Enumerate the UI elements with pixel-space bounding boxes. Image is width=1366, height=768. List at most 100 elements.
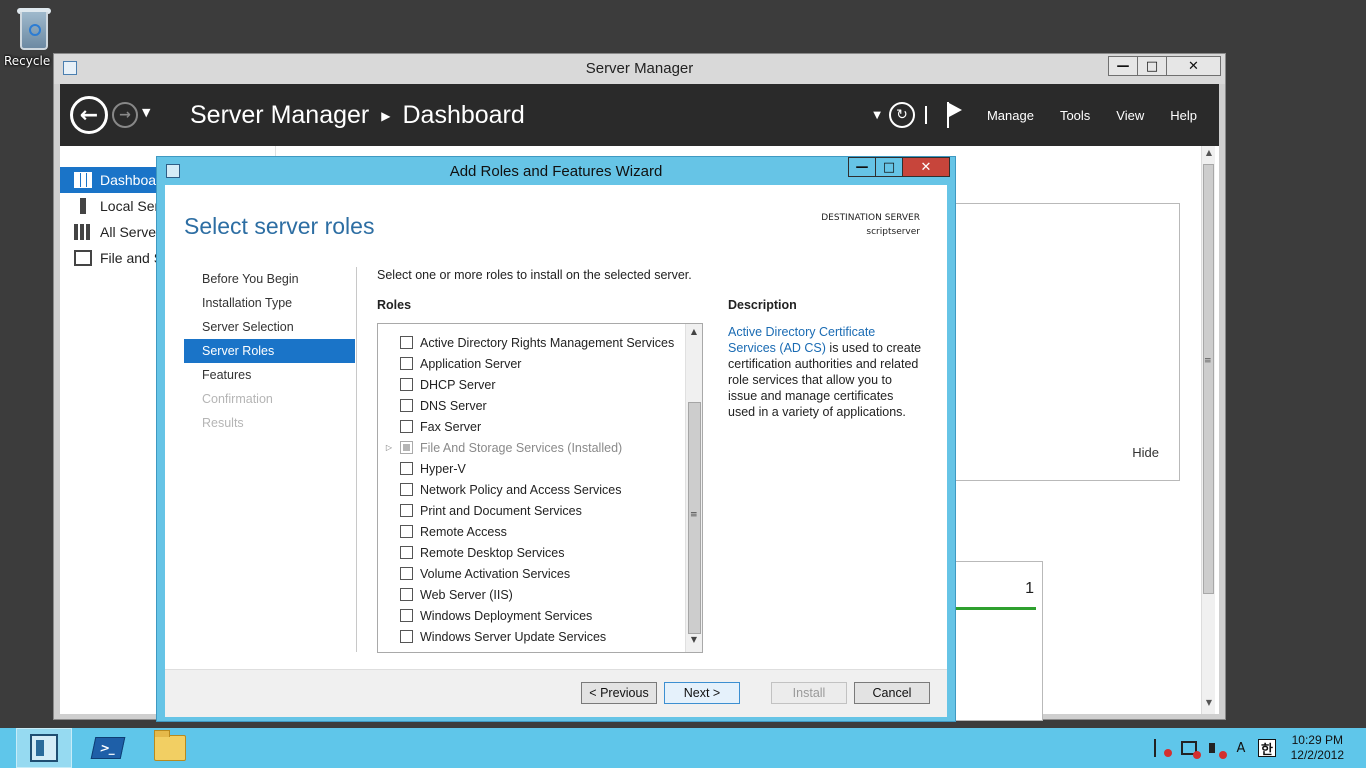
role-checkbox[interactable] (400, 483, 413, 496)
roles-list: Active Directory Rights Management Servi… (377, 323, 703, 653)
menu-manage[interactable]: Manage (987, 108, 1034, 123)
wizard-minimize-button[interactable]: — (848, 157, 876, 177)
taskbar-server-manager[interactable] (16, 728, 72, 768)
role-item[interactable]: DNS Server (378, 395, 686, 416)
role-checkbox[interactable] (400, 357, 413, 370)
role-checkbox[interactable] (400, 420, 413, 433)
scroll-down-icon[interactable]: ▼ (686, 635, 702, 649)
role-item[interactable]: ▷ File And Storage Services (Installed) (378, 437, 686, 458)
role-item[interactable]: DHCP Server (378, 374, 686, 395)
role-checkbox[interactable] (400, 378, 413, 391)
ime-hangul-icon[interactable]: 한 (1258, 739, 1276, 758)
back-arrow-icon[interactable]: ← (70, 96, 108, 134)
roles-header: Roles (377, 298, 412, 312)
role-item[interactable]: Hyper-V (378, 458, 686, 479)
role-label: Print and Document Services (420, 503, 582, 518)
page-title: Select server roles (184, 213, 375, 239)
role-checkbox[interactable] (400, 462, 413, 475)
menu-tools[interactable]: Tools (1060, 108, 1090, 123)
role-checkbox[interactable] (400, 399, 413, 412)
server-manager-icon (30, 734, 58, 762)
role-label: Web Server (IIS) (420, 587, 513, 602)
role-item[interactable]: Remote Desktop Services (378, 542, 686, 563)
role-item[interactable]: Active Directory Rights Management Servi… (378, 332, 686, 353)
powershell-icon: >_ (90, 737, 126, 759)
next-button[interactable]: Next > (664, 682, 740, 704)
taskbar-clock[interactable]: 10:29 PM 12/2/2012 (1291, 733, 1344, 763)
role-checkbox[interactable] (400, 588, 413, 601)
step-server-roles[interactable]: Server Roles (184, 339, 355, 363)
history-dropdown-icon[interactable]: ▼ (142, 106, 150, 119)
role-item[interactable]: Web Server (IIS) (378, 584, 686, 605)
step-server-selection[interactable]: Server Selection (184, 315, 355, 339)
role-checkbox[interactable] (400, 336, 413, 349)
role-item[interactable]: Windows Server Update Services (378, 626, 686, 647)
wizard-maximize-button[interactable]: □ (875, 157, 903, 177)
scroll-thumb[interactable] (1203, 164, 1214, 594)
role-checkbox[interactable] (400, 630, 413, 643)
role-checkbox (400, 441, 413, 454)
welcome-panel: Hide (955, 203, 1180, 481)
hide-welcome-link[interactable]: Hide (1132, 445, 1159, 460)
menu-view[interactable]: View (1116, 108, 1144, 123)
forward-arrow-icon[interactable]: → (112, 102, 138, 128)
window-title: Server Manager (585, 60, 694, 77)
close-button[interactable]: ✕ (1166, 56, 1221, 76)
wizard-title: Add Roles and Features Wizard (449, 163, 663, 180)
previous-button[interactable]: < Previous (581, 682, 657, 704)
recycle-bin-label: Recycle Bin (4, 54, 52, 68)
step-installation-type[interactable]: Installation Type (184, 291, 355, 315)
taskbar: >_ A 한 10:29 PM 12/2/2012 (0, 728, 1366, 768)
role-label: Remote Desktop Services (420, 545, 565, 560)
wizard-content: Select server roles DESTINATION SERVER s… (165, 185, 947, 717)
step-features[interactable]: Features (184, 363, 355, 387)
wizard-close-button[interactable]: ✕ (902, 157, 950, 177)
minimize-button[interactable]: — (1108, 56, 1138, 76)
roles-scrollbar[interactable]: ▲ ≡ ▼ (685, 324, 702, 652)
refresh-icon[interactable]: ↻ (888, 102, 915, 128)
scroll-down-icon[interactable]: ▼ (1202, 698, 1216, 712)
all-servers-icon (74, 224, 92, 240)
breadcrumb: Server Manager ▶ Dashboard (190, 101, 525, 130)
file-storage-icon (74, 250, 92, 266)
role-checkbox[interactable] (400, 504, 413, 517)
role-checkbox[interactable] (400, 546, 413, 559)
role-item[interactable]: Print and Document Services (378, 500, 686, 521)
action-center-flag-icon[interactable] (1154, 739, 1172, 757)
instruction-text: Select one or more roles to install on t… (377, 268, 692, 282)
step-before-you-begin[interactable]: Before You Begin (184, 267, 355, 291)
role-item[interactable]: Network Policy and Access Services (378, 479, 686, 500)
header-divider (924, 106, 927, 124)
ime-mode-icon[interactable]: A (1232, 739, 1250, 757)
notifications-flag-icon[interactable] (945, 102, 963, 128)
role-item[interactable]: Fax Server (378, 416, 686, 437)
roles-tile[interactable]: 1 (955, 561, 1043, 721)
server-manager-titlebar[interactable]: Server Manager — □ ✕ (54, 54, 1225, 84)
taskbar-powershell[interactable]: >_ (80, 728, 136, 768)
role-item[interactable]: Windows Deployment Services (378, 605, 686, 626)
role-checkbox[interactable] (400, 525, 413, 538)
main-scrollbar[interactable]: ▲ ≡ ▼ (1201, 146, 1215, 714)
taskbar-file-explorer[interactable] (142, 728, 198, 768)
role-item[interactable]: Remote Access (378, 521, 686, 542)
role-checkbox[interactable] (400, 567, 413, 580)
role-item[interactable]: Application Server (378, 353, 686, 374)
expand-arrow-icon[interactable]: ▷ (378, 443, 400, 452)
volume-icon[interactable] (1209, 743, 1227, 759)
scroll-up-icon[interactable]: ▲ (686, 327, 702, 341)
breadcrumb-root[interactable]: Server Manager (190, 101, 369, 130)
dashboard-icon (74, 172, 92, 188)
wizard-titlebar[interactable]: Add Roles and Features Wizard — □ ✕ (157, 157, 955, 185)
menu-help[interactable]: Help (1170, 108, 1197, 123)
refresh-dropdown-icon[interactable]: ▼ (873, 110, 881, 121)
maximize-button[interactable]: □ (1137, 56, 1167, 76)
tile-count: 1 (1025, 580, 1034, 597)
role-label: Network Policy and Access Services (420, 482, 622, 497)
clock-time: 10:29 PM (1291, 733, 1343, 747)
cancel-button[interactable]: Cancel (854, 682, 930, 704)
network-icon[interactable] (1181, 741, 1201, 759)
role-checkbox[interactable] (400, 609, 413, 622)
folder-icon (154, 730, 186, 761)
role-item[interactable]: Volume Activation Services (378, 563, 686, 584)
scroll-up-icon[interactable]: ▲ (1202, 148, 1216, 162)
